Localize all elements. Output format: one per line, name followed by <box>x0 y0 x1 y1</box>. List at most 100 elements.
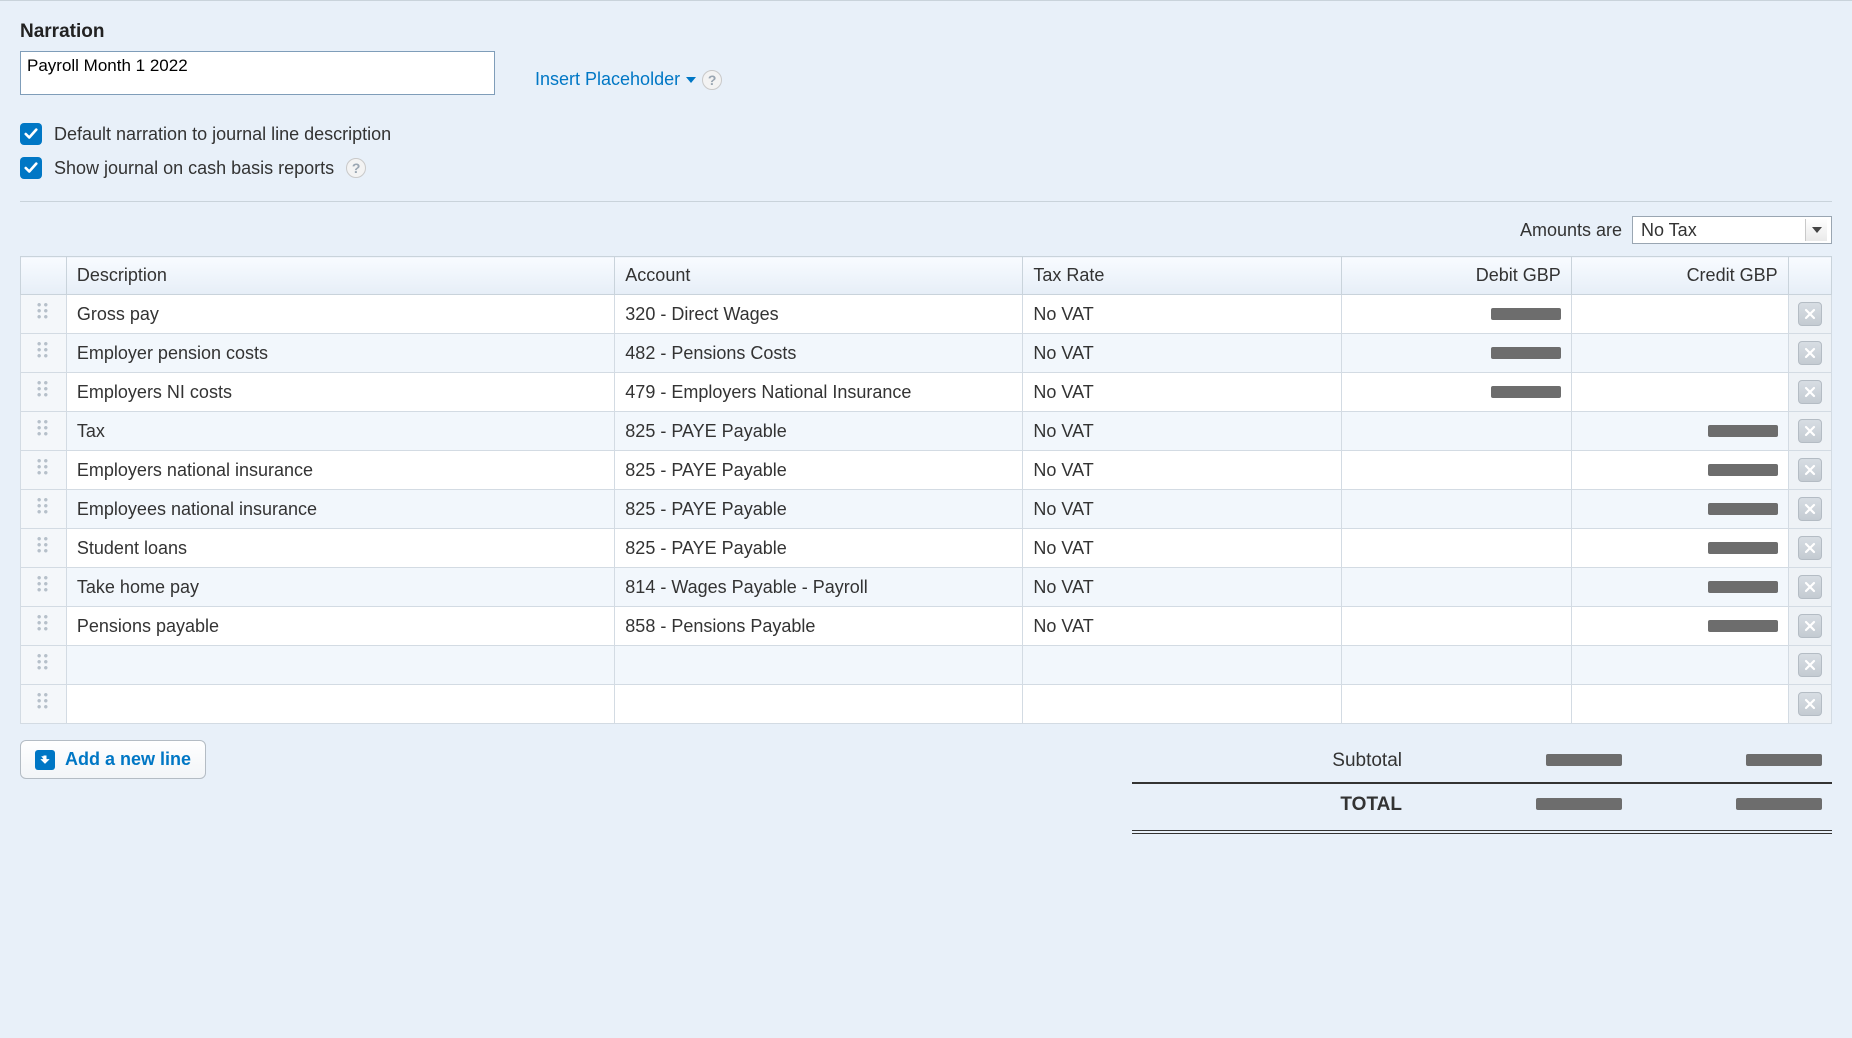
cell-credit[interactable] <box>1571 685 1788 724</box>
cell-debit[interactable] <box>1342 490 1572 529</box>
cell-debit[interactable] <box>1342 373 1572 412</box>
drag-handle[interactable]: •••••• <box>21 568 67 607</box>
cell-credit[interactable] <box>1571 607 1788 646</box>
journal-lines-table: Description Account Tax Rate Debit GBP C… <box>20 256 1832 724</box>
cell-tax-rate[interactable]: No VAT <box>1023 451 1342 490</box>
drag-handle[interactable]: •••••• <box>21 412 67 451</box>
drag-handle[interactable]: •••••• <box>21 451 67 490</box>
drag-handle[interactable]: •••••• <box>21 490 67 529</box>
narration-label: Narration <box>20 21 1832 43</box>
delete-row-button[interactable] <box>1798 458 1822 482</box>
cell-account[interactable] <box>615 646 1023 685</box>
cell-credit[interactable] <box>1571 373 1788 412</box>
close-icon <box>1804 347 1816 359</box>
cell-account[interactable]: 825 - PAYE Payable <box>615 490 1023 529</box>
cell-account[interactable]: 825 - PAYE Payable <box>615 451 1023 490</box>
add-line-button[interactable]: Add a new line <box>20 740 206 779</box>
cell-debit[interactable] <box>1342 607 1572 646</box>
col-drag <box>21 257 67 295</box>
cell-tax-rate[interactable]: No VAT <box>1023 334 1342 373</box>
delete-row-button[interactable] <box>1798 536 1822 560</box>
cell-debit[interactable] <box>1342 334 1572 373</box>
insert-placeholder-link[interactable]: Insert Placeholder ? <box>535 69 722 90</box>
cell-tax-rate[interactable] <box>1023 685 1342 724</box>
delete-row-button[interactable] <box>1798 692 1822 716</box>
subtotal-label: Subtotal <box>1142 750 1442 772</box>
cell-tax-rate[interactable]: No VAT <box>1023 607 1342 646</box>
cell-account[interactable]: 479 - Employers National Insurance <box>615 373 1023 412</box>
cell-description[interactable]: Take home pay <box>66 568 614 607</box>
col-account: Account <box>615 257 1023 295</box>
default-narration-checkbox[interactable] <box>20 123 42 145</box>
drag-handle[interactable]: •••••• <box>21 529 67 568</box>
cell-account[interactable]: 814 - Wages Payable - Payroll <box>615 568 1023 607</box>
cell-credit[interactable] <box>1571 568 1788 607</box>
cell-description[interactable]: Employer pension costs <box>66 334 614 373</box>
delete-row-button[interactable] <box>1798 419 1822 443</box>
cell-tax-rate[interactable] <box>1023 646 1342 685</box>
cell-credit[interactable] <box>1571 412 1788 451</box>
drag-handle[interactable]: •••••• <box>21 373 67 412</box>
grip-icon: •••••• <box>37 692 50 710</box>
delete-row-button[interactable] <box>1798 653 1822 677</box>
delete-row-button[interactable] <box>1798 614 1822 638</box>
cell-credit[interactable] <box>1571 295 1788 334</box>
help-icon[interactable]: ? <box>702 70 722 90</box>
cell-credit[interactable] <box>1571 529 1788 568</box>
grip-icon: •••••• <box>37 302 50 320</box>
drag-handle[interactable]: •••••• <box>21 646 67 685</box>
help-icon[interactable]: ? <box>346 158 366 178</box>
delete-row-button[interactable] <box>1798 497 1822 521</box>
select-toggle-button[interactable] <box>1805 219 1827 241</box>
cell-tax-rate[interactable]: No VAT <box>1023 412 1342 451</box>
cell-description[interactable]: Employers NI costs <box>66 373 614 412</box>
cell-account[interactable] <box>615 685 1023 724</box>
cell-description[interactable]: Gross pay <box>66 295 614 334</box>
cell-tax-rate[interactable]: No VAT <box>1023 490 1342 529</box>
cell-debit[interactable] <box>1342 295 1572 334</box>
delete-row-button[interactable] <box>1798 380 1822 404</box>
grip-icon: •••••• <box>37 614 50 632</box>
cell-debit[interactable] <box>1342 412 1572 451</box>
delete-row-button[interactable] <box>1798 302 1822 326</box>
cell-account[interactable]: 482 - Pensions Costs <box>615 334 1023 373</box>
cell-credit[interactable] <box>1571 490 1788 529</box>
cell-debit[interactable] <box>1342 646 1572 685</box>
cell-tax-rate[interactable]: No VAT <box>1023 529 1342 568</box>
cell-description[interactable]: Employers national insurance <box>66 451 614 490</box>
amounts-are-select[interactable]: No Tax <box>1632 216 1832 244</box>
cell-description[interactable] <box>66 646 614 685</box>
delete-row-button[interactable] <box>1798 341 1822 365</box>
cell-description[interactable]: Employees national insurance <box>66 490 614 529</box>
drag-handle[interactable]: •••••• <box>21 334 67 373</box>
drag-handle[interactable]: •••••• <box>21 295 67 334</box>
cell-delete <box>1788 490 1831 529</box>
cell-credit[interactable] <box>1571 451 1788 490</box>
cell-tax-rate[interactable]: No VAT <box>1023 295 1342 334</box>
delete-row-button[interactable] <box>1798 575 1822 599</box>
cell-debit[interactable] <box>1342 568 1572 607</box>
cell-description[interactable]: Student loans <box>66 529 614 568</box>
narration-input[interactable]: Payroll Month 1 2022 <box>20 51 495 95</box>
cell-debit[interactable] <box>1342 451 1572 490</box>
cell-description[interactable]: Tax <box>66 412 614 451</box>
close-icon <box>1804 542 1816 554</box>
cell-debit[interactable] <box>1342 529 1572 568</box>
cell-account[interactable]: 825 - PAYE Payable <box>615 412 1023 451</box>
drag-handle[interactable]: •••••• <box>21 607 67 646</box>
grip-icon: •••••• <box>37 341 50 359</box>
cell-account[interactable]: 825 - PAYE Payable <box>615 529 1023 568</box>
cell-account[interactable]: 320 - Direct Wages <box>615 295 1023 334</box>
cell-description[interactable]: Pensions payable <box>66 607 614 646</box>
cell-credit[interactable] <box>1571 646 1788 685</box>
cell-tax-rate[interactable]: No VAT <box>1023 373 1342 412</box>
drag-handle[interactable]: •••••• <box>21 685 67 724</box>
table-row: •••••• Employer pension costs482 - Pensio… <box>21 334 1832 373</box>
cell-tax-rate[interactable]: No VAT <box>1023 568 1342 607</box>
cell-credit[interactable] <box>1571 334 1788 373</box>
show-cash-basis-checkbox[interactable] <box>20 157 42 179</box>
cell-account[interactable]: 858 - Pensions Payable <box>615 607 1023 646</box>
cell-debit[interactable] <box>1342 685 1572 724</box>
cell-description[interactable] <box>66 685 614 724</box>
table-row: •••••• Gross pay320 - Direct WagesNo VAT <box>21 295 1832 334</box>
